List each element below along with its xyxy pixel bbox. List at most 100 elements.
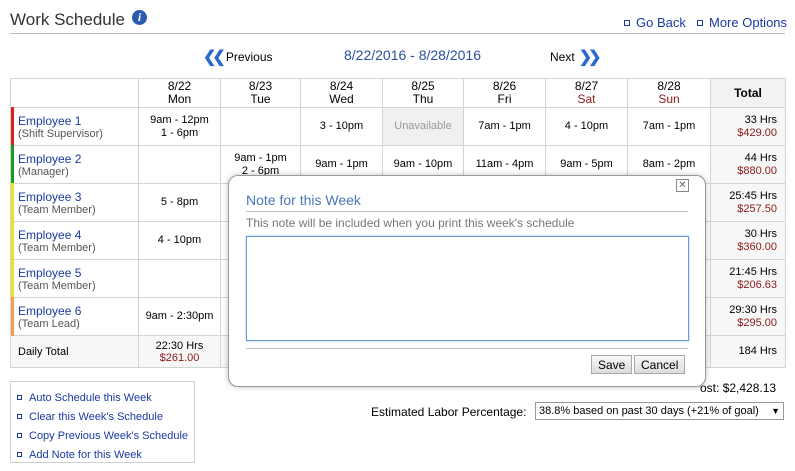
total-hours: 25:45 Hrs — [729, 189, 777, 202]
action-link[interactable]: Auto Schedule this Week — [17, 388, 194, 407]
shift-time: 7am - 1pm — [642, 120, 696, 132]
go-back-label: Go Back — [636, 15, 686, 30]
day-name: Wed — [329, 92, 354, 106]
shift-cell[interactable] — [138, 145, 221, 184]
action-label: Auto Schedule this Week — [29, 391, 152, 404]
daily-total-mon: 22:30 Hrs $261.00 — [138, 335, 221, 368]
day-header-sun: 8/28 Sun — [627, 78, 711, 108]
action-link[interactable]: Add Note for this Week — [17, 445, 194, 464]
header-row: 8/22 Mon 8/23 Tue 8/24 Wed 8/25 Thu 8/26 Fri 8/27 S… — [10, 78, 786, 108]
corner-cell — [10, 78, 139, 108]
day-name: Fri — [497, 92, 512, 106]
go-back-link[interactable]: Go Back — [624, 15, 686, 30]
bullet-icon — [697, 19, 703, 26]
dialog-divider — [246, 348, 688, 349]
day-name: Sat — [577, 92, 596, 106]
shift-time: 9am - 10pm — [393, 158, 453, 170]
total-hours: 21:45 Hrs — [729, 265, 777, 278]
employee-cell: Employee 3 (Team Member) — [10, 183, 139, 222]
shift-cell[interactable]: 4 - 10pm — [545, 107, 628, 146]
employee-cell: Employee 2 (Manager) — [10, 145, 139, 184]
employee-name-link[interactable]: Employee 3 — [18, 190, 138, 204]
employee-name-link[interactable]: Employee 2 — [18, 152, 138, 166]
employee-name-link[interactable]: Employee 5 — [18, 266, 138, 280]
shift-cell[interactable]: Unavailable — [382, 107, 464, 146]
day-name: Thu — [412, 92, 434, 106]
total-hours: 44 Hrs — [744, 151, 777, 164]
role-color-bar — [11, 183, 14, 222]
cancel-button[interactable]: Cancel — [634, 355, 686, 374]
employee-cell: Employee 6 (Team Lead) — [10, 297, 139, 336]
day-name: Tue — [250, 92, 271, 106]
action-link[interactable]: Copy Previous Week's Schedule — [17, 426, 194, 445]
bullet-icon — [17, 433, 22, 438]
shift-cell[interactable] — [138, 259, 221, 298]
next-week-button[interactable]: Next ❯❯ — [550, 47, 602, 67]
estimated-cost: ost: $2,428.13 — [700, 381, 776, 395]
shift-time: 9am - 12pm — [150, 113, 209, 126]
day-name: Mon — [167, 92, 192, 106]
double-chevron-right-icon: ❯❯ — [578, 49, 602, 66]
bullet-icon — [17, 414, 22, 419]
shift-time: 4 - 10pm — [564, 120, 609, 132]
total-header: Total — [710, 78, 786, 108]
shift-cell[interactable]: 7am - 1pm — [627, 107, 711, 146]
labor-percentage-value: 38.8% based on past 30 days (+21% of goa… — [539, 405, 759, 417]
shift-time: 9am - 5pm — [560, 158, 613, 170]
employee-total: 33 Hrs $429.00 — [710, 107, 786, 146]
role-color-bar — [11, 145, 14, 184]
note-textarea[interactable] — [246, 236, 689, 341]
shift-time: Unavailable — [394, 120, 452, 132]
bullet-icon — [17, 452, 22, 457]
shift-time: 9am - 2:30pm — [145, 310, 214, 322]
employee-name-link[interactable]: Employee 1 — [18, 114, 138, 128]
labor-percentage-label: Estimated Labor Percentage: — [371, 405, 527, 419]
bullet-icon — [17, 395, 22, 400]
employee-total: 25:45 Hrs $257.50 — [710, 183, 786, 222]
total-hours: 33 Hrs — [744, 113, 777, 126]
dialog-divider — [246, 211, 688, 212]
daily-total-label: Daily Total — [10, 335, 139, 368]
role-color-bar — [11, 297, 14, 336]
employee-name-link[interactable]: Employee 4 — [18, 228, 138, 242]
save-button[interactable]: Save — [591, 355, 633, 374]
action-label: Clear this Week's Schedule — [29, 410, 163, 423]
employee-total: 21:45 Hrs $206.63 — [710, 259, 786, 298]
day-header-sat: 8/27 Sat — [545, 78, 628, 108]
table-row: Employee 1 (Shift Supervisor) 9am - 12pm 1 … — [10, 107, 786, 146]
cost-value: $2,428.13 — [722, 381, 777, 395]
shift-time: 8am - 2pm — [642, 158, 696, 170]
shift-time: 7am - 1pm — [478, 120, 531, 132]
shift-time: 9am - 1pm — [234, 151, 287, 164]
employee-total: 44 Hrs $880.00 — [710, 145, 786, 184]
shift-cell[interactable]: 4 - 10pm — [138, 221, 221, 260]
shift-cell[interactable]: 9am - 12pm 1 - 6pm — [138, 107, 221, 146]
employee-role: (Team Member) — [18, 241, 96, 254]
action-link[interactable]: Clear this Week's Schedule — [17, 407, 194, 426]
shift-cell[interactable]: 3 - 10pm — [300, 107, 383, 146]
week-range: 8/22/2016 - 8/28/2016 — [344, 47, 482, 63]
previous-label: Previous — [225, 50, 273, 64]
total-hours: 29:30 Hrs — [729, 303, 777, 316]
role-color-bar — [11, 221, 14, 260]
previous-week-button[interactable]: ❮❮ Previous — [203, 47, 273, 67]
total-cost: $206.63 — [737, 278, 777, 291]
shift-cell[interactable] — [220, 107, 301, 146]
info-icon[interactable]: i — [132, 10, 147, 25]
employee-role: (Team Member) — [18, 203, 96, 216]
daily-hours: 22:30 Hrs — [155, 339, 204, 352]
shift-time: 11am - 4pm — [475, 158, 534, 170]
employee-cell: Employee 5 (Team Member) — [10, 259, 139, 298]
header-divider — [10, 33, 785, 34]
employee-name-link[interactable]: Employee 6 — [18, 304, 138, 318]
shift-cell[interactable]: 9am - 2:30pm — [138, 297, 221, 336]
dialog-description: This note will be included when you prin… — [246, 216, 575, 230]
total-cost: $257.50 — [737, 202, 777, 215]
close-icon[interactable]: ✕ — [676, 179, 689, 192]
more-options-link[interactable]: More Options — [697, 15, 787, 30]
shift-cell[interactable]: 5 - 8pm — [138, 183, 221, 222]
labor-percentage-select[interactable]: 38.8% based on past 30 days (+21% of goa… — [535, 402, 784, 420]
shift-cell[interactable]: 7am - 1pm — [463, 107, 546, 146]
total-hours: 30 Hrs — [744, 227, 777, 240]
day-name: Sun — [658, 92, 680, 106]
